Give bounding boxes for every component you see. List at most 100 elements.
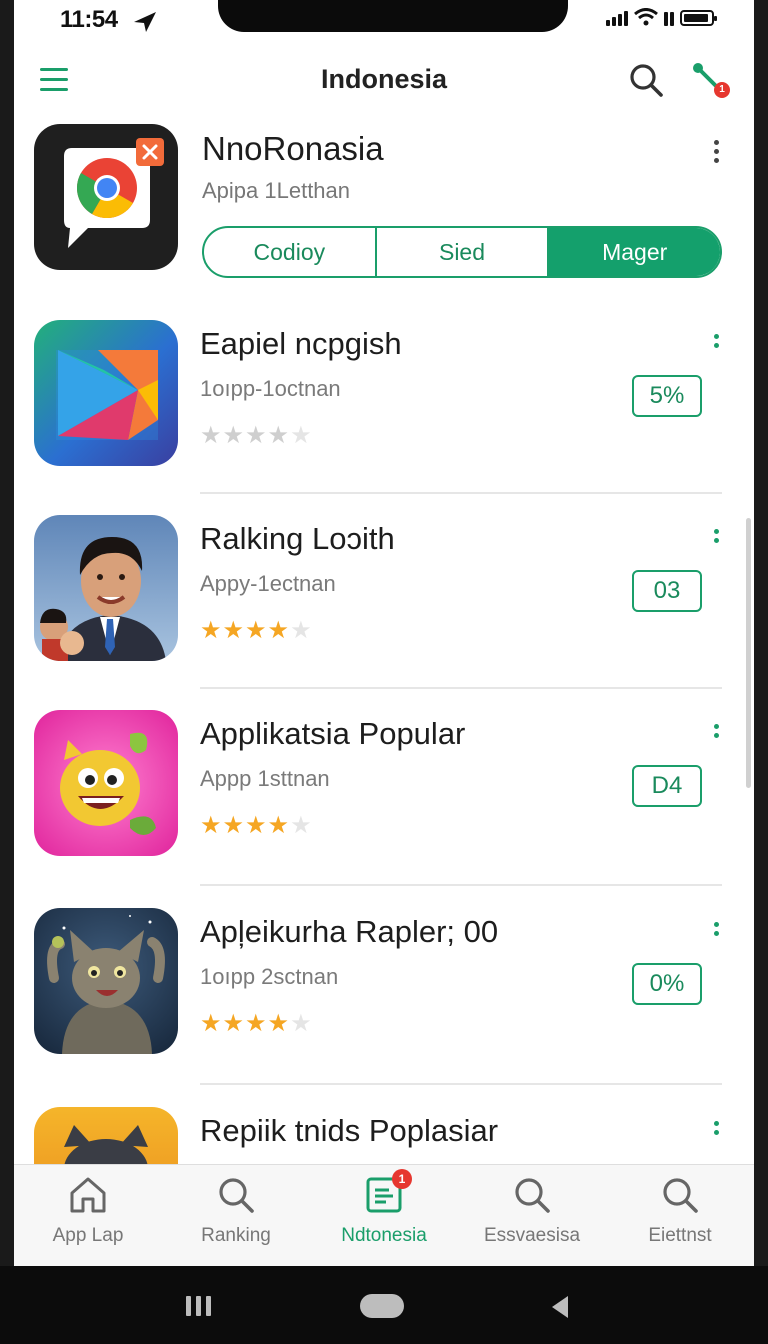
cellular-signal-icon [606, 11, 628, 26]
status-time: 11:54 [60, 6, 118, 33]
notification-badge: 1 [392, 1169, 412, 1189]
app-list-item[interactable]: Apļeikurha Rapler; 00 1oıpp 2sctnan ★ ★ ★ ★… [14, 908, 754, 1104]
search-icon [663, 1178, 698, 1213]
emoji-face-icon[interactable] [34, 710, 178, 856]
system-navigation-bar [0, 1266, 768, 1344]
divider [200, 884, 722, 886]
tab-ranking[interactable]: Ranking [162, 1165, 310, 1266]
more-options-icon[interactable] [714, 1121, 720, 1139]
tab-app-lap[interactable]: App Lap [14, 1165, 162, 1266]
cat-icon[interactable] [34, 908, 178, 1054]
star-icon: ★ [200, 812, 222, 839]
app-badge[interactable]: 5% [632, 375, 702, 417]
star-icon: ★ [200, 1010, 222, 1037]
app-list-item[interactable]: Applikatsia Popular Appp 1sttnan ★ ★ ★ ★ ★ D… [14, 710, 754, 906]
chrome-app-icon[interactable] [34, 124, 178, 270]
app-list-item[interactable]: Eapiel ncpgish 1oıpp-1octnan ★ ★ ★ ★ ★ 5% [14, 320, 754, 516]
star-icon: ★ [200, 422, 222, 449]
app-subtitle: 1oıpp 2sctnan [200, 964, 339, 989]
star-icon: ★ [267, 812, 290, 839]
star-icon: ★ [222, 422, 245, 449]
app-name: Apļeikurha Rapler; 00 [200, 914, 499, 949]
signal-bars-icon [664, 12, 674, 26]
more-options-icon[interactable] [714, 140, 720, 167]
star-icon: ★ [200, 617, 222, 644]
app-badge[interactable]: 03 [632, 570, 702, 612]
tab-label: Ranking [201, 1225, 271, 1246]
recent-apps-icon[interactable] [186, 1296, 211, 1316]
app-name: Repiik tnids Poplasiar [200, 1113, 499, 1148]
more-options-icon[interactable] [714, 922, 720, 940]
man-portrait-icon[interactable] [34, 515, 178, 661]
star-icon: ★ [245, 812, 267, 839]
star-icon: ★ [267, 1010, 290, 1037]
featured-app-name: NnoRonasia [202, 130, 384, 167]
segment-sied[interactable]: Sied [377, 228, 550, 276]
star-icon: ★ [267, 617, 290, 644]
star-icon: ★ [222, 617, 245, 644]
segment-codioy[interactable]: Codioy [204, 228, 377, 276]
divider [200, 1083, 722, 1085]
tab-label: Ndtonesia [341, 1225, 427, 1246]
star-icon: ★ [267, 422, 290, 449]
star-rating: ★ ★ ★ ★ ★ [200, 424, 312, 448]
app-subtitle: Appy-1ectnan [200, 571, 336, 596]
app-list-item[interactable]: Ralking Loɔith Appy-1ectnan ★ ★ ★ ★ ★ 03 [14, 515, 754, 711]
app-badge[interactable]: 0% [632, 963, 702, 1005]
search-icon [515, 1178, 550, 1213]
search-icon[interactable] [628, 62, 664, 98]
star-icon: ★ [245, 422, 267, 449]
scrollbar[interactable] [746, 518, 751, 788]
divider [200, 492, 722, 494]
tab-essvaesisa[interactable]: Essvaesisa [458, 1165, 606, 1266]
featured-app-card[interactable]: NnoRonasia Apipa 1Letthan Codioy Sied Ma… [14, 120, 754, 290]
app-subtitle: Appp 1sttnan [200, 766, 330, 791]
more-options-icon[interactable] [714, 334, 720, 352]
star-icon: ★ [290, 1010, 312, 1037]
emoji-graphic [60, 732, 156, 835]
app-name: Applikatsia Popular [200, 716, 466, 751]
more-options-icon[interactable] [714, 724, 720, 742]
wifi-icon [634, 8, 658, 26]
app-badge[interactable]: D4 [632, 765, 702, 807]
app-subtitle: 1oıpp-1octnan [200, 376, 341, 401]
top-app-bar: Indonesia 1 [14, 50, 754, 110]
app-name: Eapiel ncpgish [200, 326, 402, 361]
battery-icon [680, 10, 717, 26]
home-pill-icon[interactable] [360, 1294, 404, 1318]
star-icon: ★ [290, 812, 312, 839]
tab-label: App Lap [52, 1225, 124, 1246]
tab-label: Essvaesisa [483, 1225, 581, 1246]
segmented-control: Codioy Sied Mager [202, 226, 722, 278]
search-icon [219, 1178, 254, 1213]
tab-label: Eiettnst [648, 1225, 712, 1246]
star-icon: ★ [245, 1010, 267, 1037]
home-icon [70, 1177, 106, 1213]
divider [200, 687, 722, 689]
more-options-icon[interactable] [714, 529, 720, 547]
app-name: Ralking Loɔith [200, 521, 395, 556]
tab-ndtonesia[interactable]: 1 Ndtonesia [310, 1165, 458, 1266]
tab-eiettnst[interactable]: Eiettnst [606, 1165, 754, 1266]
play-triangle-graphic [56, 350, 158, 440]
star-icon: ★ [222, 1010, 245, 1037]
star-icon: ★ [290, 617, 312, 644]
portrait-graphic [40, 537, 166, 661]
featured-app-subtitle: Apipa 1Letthan [202, 178, 351, 203]
phone-screen: 11:54 Indonesia 1 NnoRonasia Apipa 1Lett… [14, 0, 754, 1266]
camera-notch [218, 0, 568, 32]
star-icon: ★ [290, 422, 312, 449]
star-rating: ★ ★ ★ ★ ★ [200, 1012, 312, 1036]
play-store-icon[interactable] [34, 320, 178, 466]
status-icons [606, 8, 717, 26]
star-icon: ★ [245, 617, 267, 644]
notification-badge: 1 [714, 82, 730, 98]
back-icon[interactable] [552, 1296, 568, 1318]
star-rating: ★ ★ ★ ★ ★ [200, 619, 312, 643]
cat-graphic [47, 915, 165, 1054]
bottom-tab-bar: App Lap Ranking 1 Ndtonesia Essvaesisa E… [14, 1164, 754, 1266]
location-arrow-icon [134, 12, 156, 32]
star-rating: ★ ★ ★ ★ ★ [200, 814, 312, 838]
share-button[interactable]: 1 [690, 60, 732, 102]
segment-mager[interactable]: Mager [549, 228, 720, 276]
